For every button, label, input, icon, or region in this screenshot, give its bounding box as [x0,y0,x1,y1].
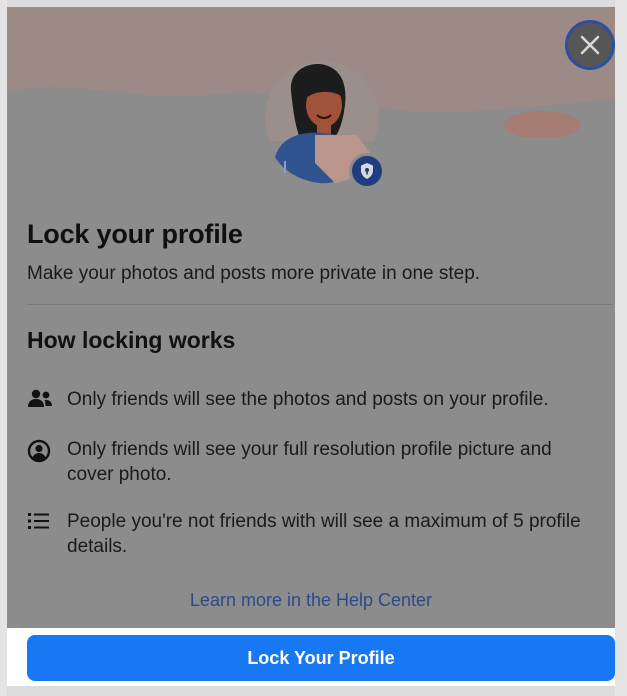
list-icon [27,509,67,531]
divider [27,304,613,305]
dialog-title: Lock your profile [27,219,243,249]
dialog-subtitle: Make your photos and posts more private … [27,263,481,284]
list-item-full-resolution: Only friends will see your full resoluti… [27,437,615,487]
help-center-link[interactable]: Learn more in the Help Center [7,590,615,611]
friends-icon [27,387,67,409]
screen-edge-left [0,0,7,696]
dialog-footer: Lock Your Profile [7,628,615,686]
lock-your-profile-button[interactable]: Lock Your Profile [27,635,615,681]
lock-profile-dialog: Lock your profile Make your photos and p… [7,7,615,628]
close-icon [579,34,601,56]
list-item-text: People you're not friends with will see … [67,511,581,557]
lock-badge-icon [349,153,385,189]
list-item-friends-only-posts: Only friends will see the photos and pos… [27,387,615,412]
list-item-profile-details: People you're not friends with will see … [27,509,615,559]
screen-edge-right [615,0,627,696]
close-button[interactable] [565,20,615,70]
list-item-text: Only friends will see the photos and pos… [67,389,549,410]
section-title: How locking works [27,327,236,353]
list-item-text: Only friends will see your full resoluti… [67,439,552,485]
profile-circle-icon [27,437,67,463]
